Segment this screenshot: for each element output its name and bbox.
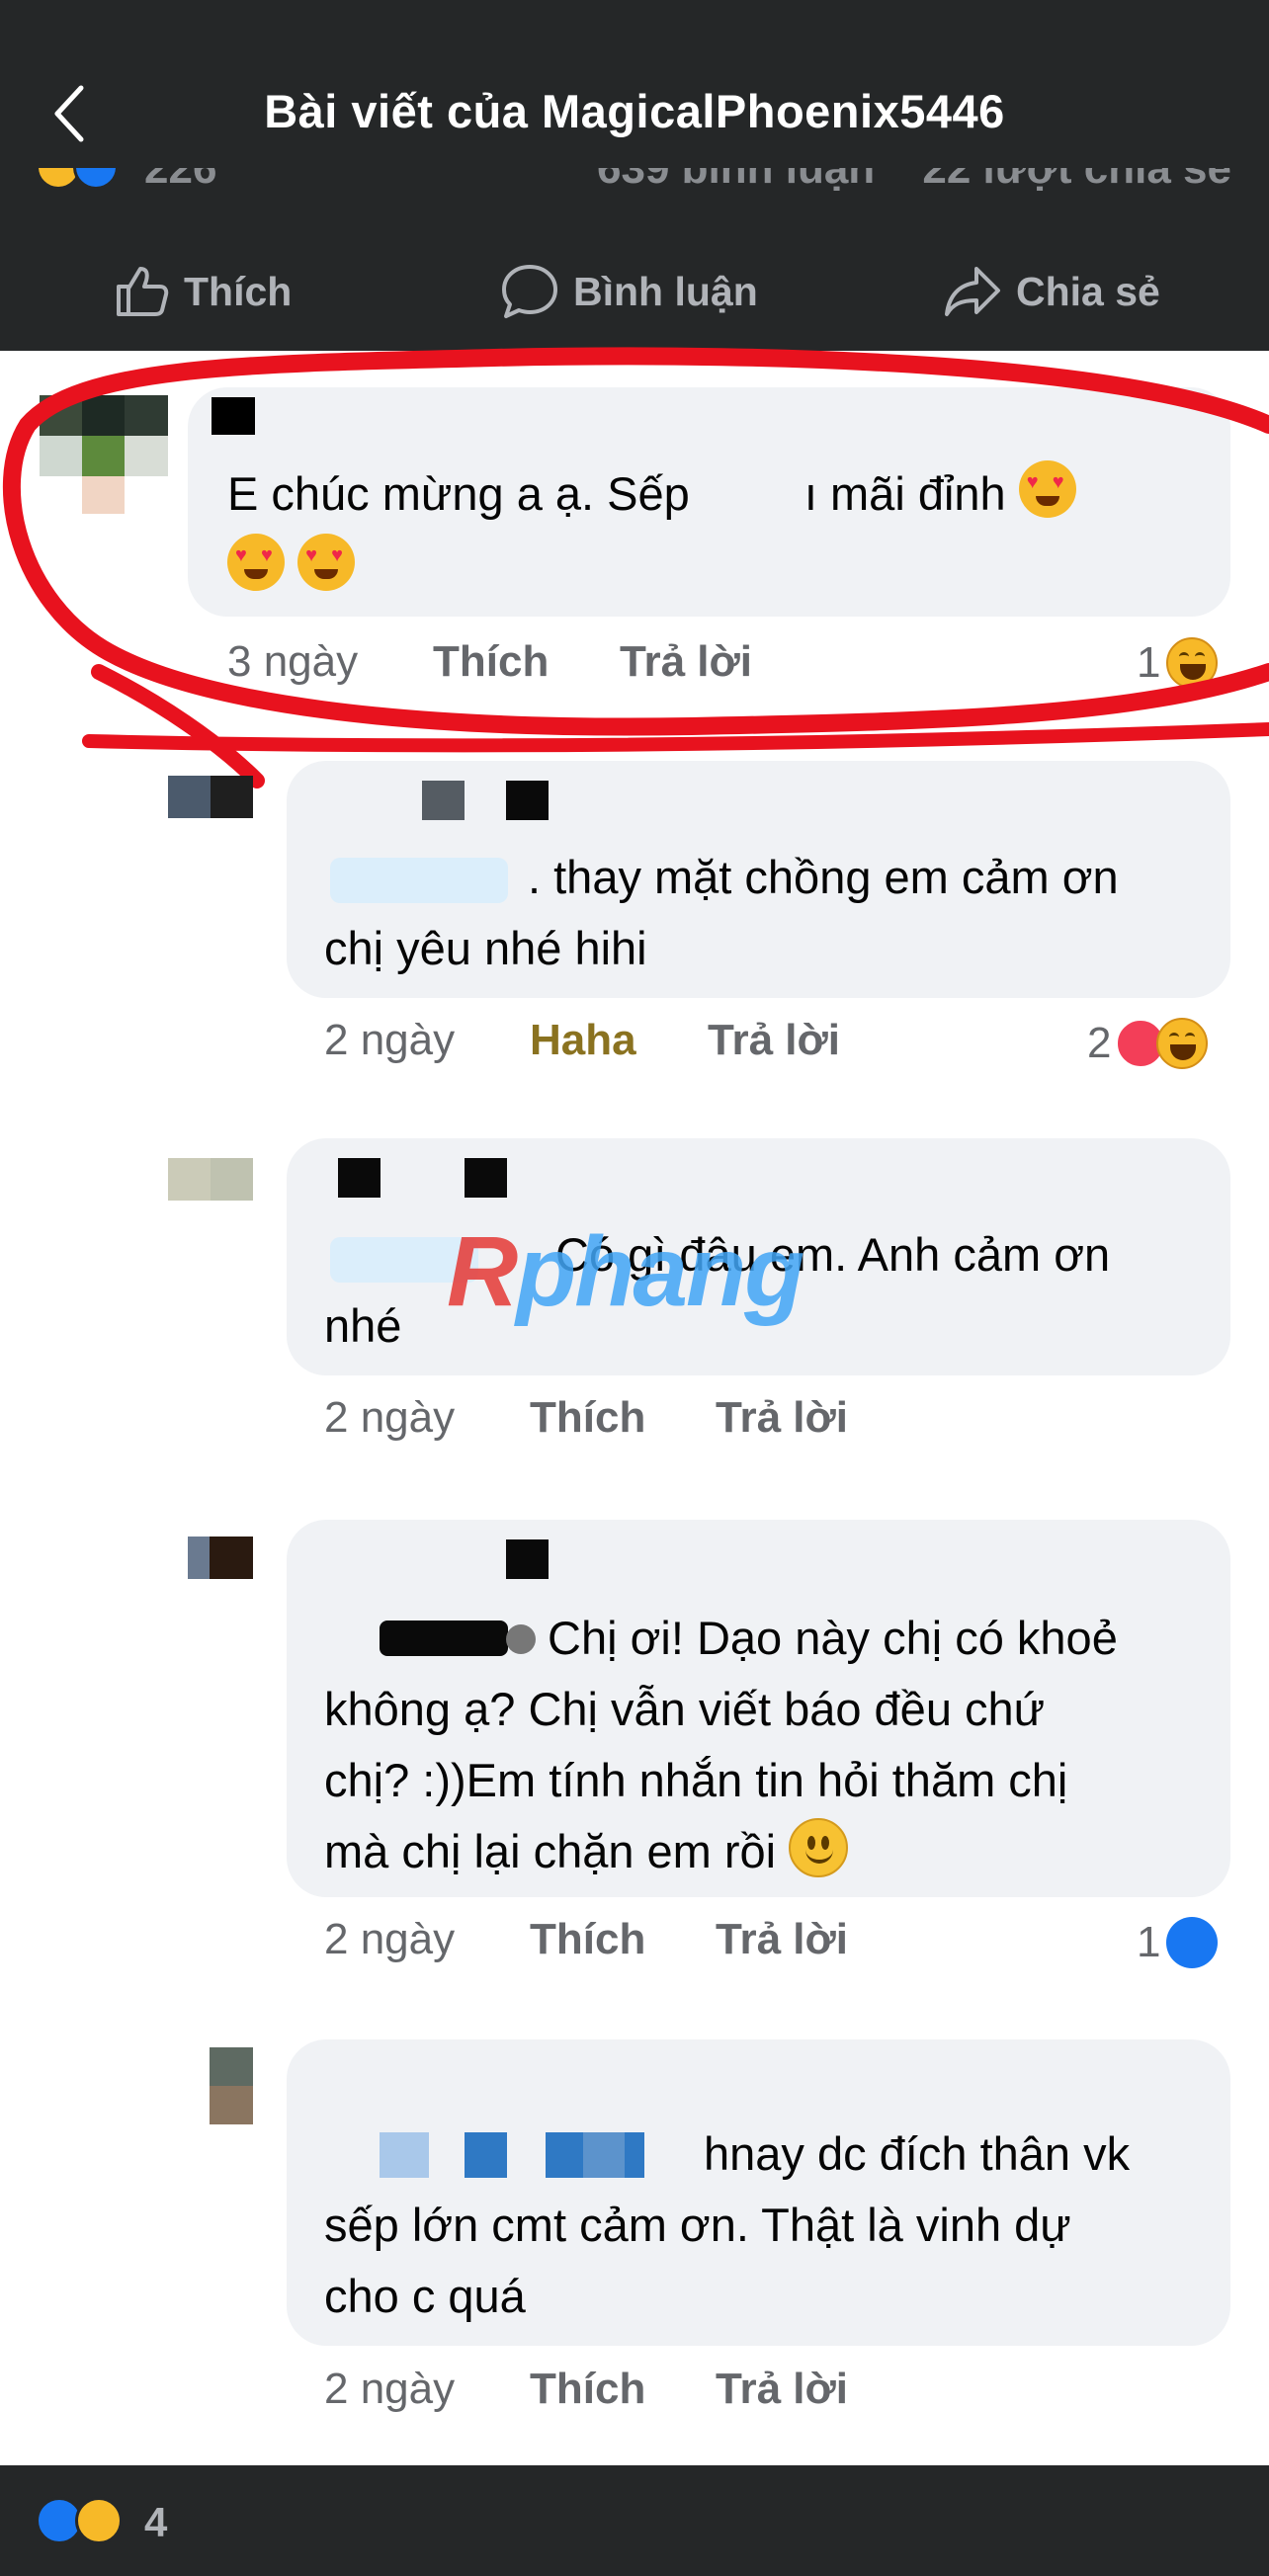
comment-text-cont: ı mãi đỉnh xyxy=(804,467,1006,520)
comment-reply-button[interactable]: Trả lời xyxy=(716,1915,848,1964)
comment-reply-button[interactable]: Trả lời xyxy=(716,1393,848,1443)
comment-reaction-count[interactable]: 1 xyxy=(1137,1917,1219,1968)
commenter-name[interactable] xyxy=(422,781,465,820)
comment-reply-button[interactable]: Trả lời xyxy=(716,2365,848,2414)
heart-eyes-emoji-icon: ♥ ♥ xyxy=(1018,460,1076,518)
heart-eyes-emoji-icon: ♥ ♥ xyxy=(227,534,285,591)
comment-label: Bình luận xyxy=(573,268,758,314)
share-arrow-icon xyxy=(945,267,1000,316)
comment-haha-button[interactable]: Haha xyxy=(530,1016,636,1065)
avatar[interactable] xyxy=(168,776,253,818)
comment-text: E chúc mừng a ạ. Sếp xyxy=(227,467,690,520)
comment-text-cont: mà chị lại chặn em rồi xyxy=(324,1825,777,1877)
share-label: Chia sẻ xyxy=(1016,268,1160,314)
haha-reaction-icon xyxy=(1156,1018,1209,1069)
comment-reply-button[interactable]: Trả lời xyxy=(708,1016,840,1065)
comment-bubble: hnay dc đích thân vk sếp lớn cmt cảm ơn.… xyxy=(287,2039,1230,2346)
comment-text-cont: sếp lớn cmt cảm ơn. Thật là vinh dự xyxy=(324,2199,1071,2251)
commenter-name[interactable] xyxy=(506,1539,549,1579)
post-action-bar: Thích Bình luận Chia sẻ xyxy=(0,247,1269,336)
comment-text-cont: chị? :))Em tính nhắn tin hỏi thăm chị xyxy=(324,1754,1068,1806)
comment-button[interactable]: Bình luận xyxy=(500,247,758,336)
comment-time: 2 ngày xyxy=(324,1393,456,1442)
comment-bubble: E chúc mừng a ạ. Sếp ı mãi đỉnh ♥ ♥ ♥ ♥ ♥ ♥ xyxy=(188,387,1230,617)
post-header: Bài viết của MagicalPhoenix5446 226 639 … xyxy=(0,0,1269,351)
comment-bubble-icon xyxy=(502,265,557,318)
comment-bubble: . thay mặt chồng em cảm ơn chị yêu nhé h… xyxy=(287,761,1230,998)
comment-like-button[interactable]: Thích xyxy=(530,1393,645,1443)
mention-tag[interactable] xyxy=(380,1620,508,1656)
comment-text-cont: chị yêu nhé hihi xyxy=(324,922,647,974)
heart-eyes-emoji-icon: ♥ ♥ xyxy=(297,534,356,591)
shares-count[interactable]: 22 lượt chia sẻ xyxy=(922,168,1231,194)
avatar-fragment xyxy=(82,476,125,514)
comment-meta: 2 ngày Thích Trả lời xyxy=(324,1915,1115,1974)
like-button[interactable]: Thích xyxy=(113,247,292,336)
comment-bubble: Chị ơi! Dạo này chị có khoẻ không ạ? Chị… xyxy=(287,1520,1230,1897)
avatar[interactable] xyxy=(210,2047,253,2124)
smile-emoji-icon xyxy=(789,1818,849,1877)
comment-like-button[interactable]: Thích xyxy=(530,1915,645,1964)
share-button[interactable]: Chia sẻ xyxy=(943,247,1160,336)
commenter-name[interactable] xyxy=(338,1158,381,1198)
comment-text: . thay mặt chồng em cảm ơn xyxy=(528,851,1119,903)
avatar[interactable] xyxy=(40,395,168,476)
mention-tag[interactable] xyxy=(330,858,508,903)
like-reaction-icon xyxy=(1166,1917,1219,1968)
comment-reaction-count[interactable]: 1 xyxy=(1137,637,1219,689)
avatar[interactable] xyxy=(168,1158,253,1201)
comment-time: 2 ngày xyxy=(324,2365,456,2413)
comment-text: Chị ơi! Dạo này chị có khoẻ xyxy=(548,1612,1118,1664)
comment-meta: 3 ngày Thích Trả lời xyxy=(227,637,1216,697)
watermark-logo: Rphang xyxy=(447,1216,804,1327)
bottom-reaction-bar: 4 xyxy=(0,2465,1269,2576)
footer-reaction-count[interactable]: 4 xyxy=(144,2499,167,2546)
avatar[interactable] xyxy=(188,1537,253,1579)
like-label: Thích xyxy=(184,268,293,314)
comment-text-cont: cho c quá xyxy=(324,2270,526,2322)
comment-time: 2 ngày xyxy=(324,1016,456,1064)
comment-meta: 2 ngày Thích Trả lời xyxy=(324,2365,1115,2424)
comment-reaction-count[interactable]: 2 xyxy=(1087,1018,1209,1069)
haha-reaction-icon xyxy=(1166,637,1219,689)
reaction-count[interactable]: 226 xyxy=(144,168,216,194)
post-stats-row: 226 639 bình luận 22 lượt chia sẻ xyxy=(0,168,1269,217)
comment-meta: 2 ngày Thích Trả lời xyxy=(324,1393,1115,1453)
commenter-name[interactable] xyxy=(212,397,255,435)
comment-like-button[interactable]: Thích xyxy=(530,2365,645,2414)
haha-reaction-icon xyxy=(75,2497,123,2544)
comment-text: hnay dc đích thân vk xyxy=(704,2127,1131,2180)
post-reactions[interactable] xyxy=(36,168,119,190)
comments-count[interactable]: 639 bình luận xyxy=(597,168,875,194)
commenter-name[interactable] xyxy=(380,2132,429,2178)
comment-meta: 2 ngày Haha Trả lời xyxy=(324,1016,1115,1075)
comment-reply-button[interactable]: Trả lời xyxy=(620,637,752,687)
page-title: Bài viết của MagicalPhoenix5446 xyxy=(264,85,1005,137)
like-reaction-icon xyxy=(73,168,119,190)
footer-reactions[interactable] xyxy=(36,2497,123,2544)
comment-time: 3 ngày xyxy=(227,637,359,686)
comment-time: 2 ngày xyxy=(324,1915,456,1963)
thumbs-up-icon xyxy=(117,267,169,316)
comment-text-cont: nhé xyxy=(324,1299,402,1352)
comment-text-cont: không ạ? Chị vẫn viết báo đều chứ xyxy=(324,1683,1046,1735)
comment-like-button[interactable]: Thích xyxy=(433,637,549,687)
